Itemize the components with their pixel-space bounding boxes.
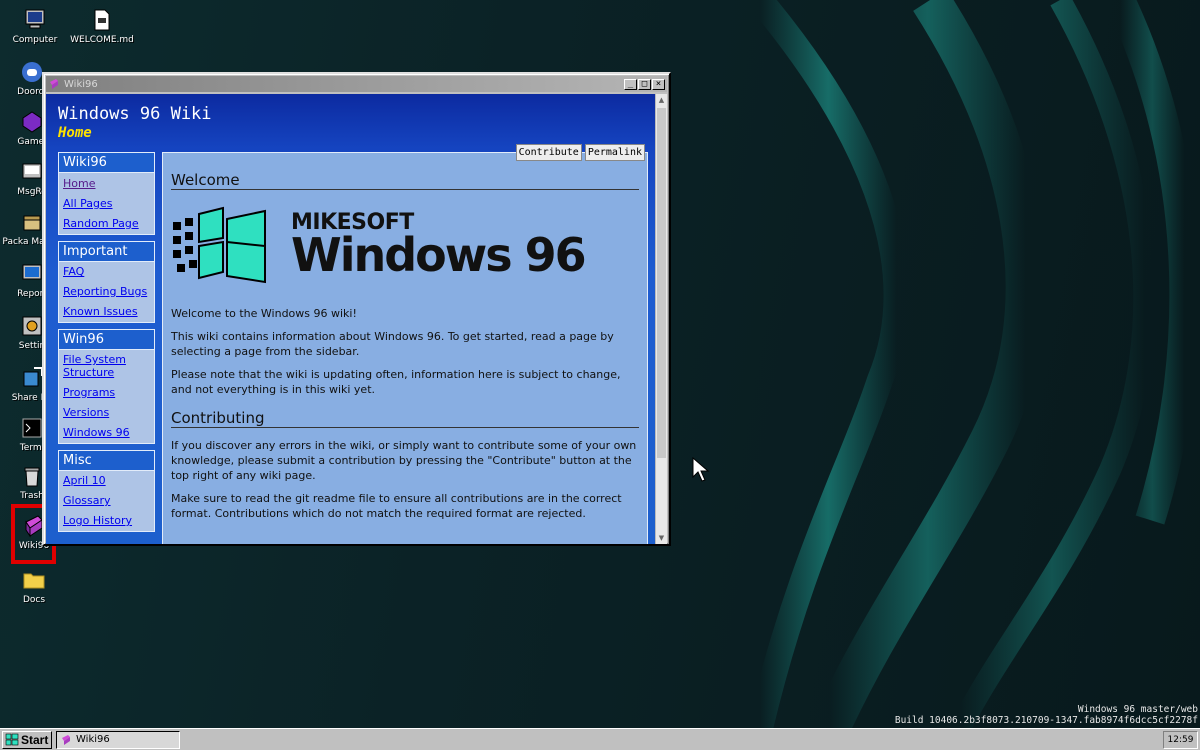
minimize-button[interactable]: _ bbox=[624, 78, 637, 90]
settings-icon bbox=[22, 316, 42, 336]
sidebar-link-file-system-structure[interactable]: File System Structure bbox=[59, 350, 154, 383]
contributing-paragraph: If you discover any errors in the wiki, … bbox=[171, 439, 637, 482]
sidebar-link-versions[interactable]: Versions bbox=[59, 403, 154, 423]
vertical-scrollbar[interactable]: ▲ ▼ bbox=[655, 94, 667, 544]
windows-flag-icon bbox=[173, 206, 266, 284]
terminal-icon bbox=[22, 418, 42, 438]
permalink-button[interactable]: Permalink bbox=[584, 144, 645, 161]
intro-paragraph: This wiki contains information about Win… bbox=[171, 330, 614, 358]
windows96-logo: MIKESOFT Windows 96 bbox=[171, 200, 639, 290]
messenger-icon bbox=[22, 163, 42, 179]
discord-icon bbox=[22, 62, 42, 82]
sidebar-section-win96: Win96 File System Structure Programs Ver… bbox=[58, 329, 155, 444]
taskbar-item-label: Wiki96 bbox=[76, 734, 110, 745]
taskbar: Start Wiki96 12:59 bbox=[0, 728, 1200, 750]
package-icon bbox=[23, 215, 41, 231]
build-line-2: Build 10406.2b3f8073.210709-1347.fab8974… bbox=[894, 715, 1198, 726]
sidebar-link-known-issues[interactable]: Known Issues bbox=[59, 302, 154, 322]
readme-paragraph: Make sure to read the git readme file to… bbox=[171, 492, 622, 520]
sidebar-link-home[interactable]: Home bbox=[59, 173, 154, 194]
close-button[interactable]: × bbox=[652, 78, 665, 90]
start-label: Start bbox=[21, 732, 49, 747]
contribute-button[interactable]: Contribute bbox=[515, 144, 582, 161]
window-title: Wiki96 bbox=[64, 78, 98, 90]
sidebar-heading: Important bbox=[59, 242, 154, 262]
windows-logo-icon bbox=[5, 733, 19, 746]
wiki-page: Windows 96 Wiki Home Wiki96 Home All Pag… bbox=[46, 94, 667, 544]
sidebar-link-faq[interactable]: FAQ bbox=[59, 262, 154, 282]
sidebar-link-logo-history[interactable]: Logo History bbox=[59, 511, 154, 531]
window-titlebar[interactable]: Wiki96 _ □ × bbox=[46, 76, 667, 92]
scrollbar-thumb[interactable] bbox=[657, 108, 666, 458]
system-clock[interactable]: 12:59 bbox=[1163, 730, 1198, 749]
logo-windows96: Windows 96 bbox=[291, 228, 587, 282]
build-info: Windows 96 master/web Build 10406.2b3f80… bbox=[895, 704, 1198, 726]
wiki-title: Windows 96 Wiki bbox=[58, 104, 212, 124]
sidebar-link-reporting-bugs[interactable]: Reporting Bugs bbox=[59, 282, 154, 302]
desktop-icon-docs[interactable]: Docs bbox=[0, 568, 69, 605]
taskbar-item-wiki96[interactable]: Wiki96 bbox=[56, 730, 180, 749]
share-icon bbox=[23, 367, 43, 387]
sidebar-link-april-10[interactable]: April 10 bbox=[59, 471, 154, 491]
maximize-button[interactable]: □ bbox=[638, 78, 651, 90]
welcome-heading: Welcome bbox=[171, 173, 639, 190]
sidebar-section-important: Important FAQ Reporting Bugs Known Issue… bbox=[58, 241, 155, 323]
desktop-icon-welcome-md[interactable]: WELCOME.md bbox=[67, 8, 137, 45]
notice-paragraph: Please note that the wiki is updating of… bbox=[171, 368, 621, 396]
desktop-icon-label: Computer bbox=[12, 35, 58, 45]
page-actions: Contribute Permalink bbox=[513, 144, 645, 161]
desktop-icon-label: Termi bbox=[19, 443, 45, 453]
sidebar-section-wiki96: Wiki96 Home All Pages Random Page bbox=[58, 152, 155, 235]
wiki-book-icon bbox=[62, 734, 70, 745]
desktop-icon-label: Trash bbox=[20, 491, 44, 501]
wiki-book-icon bbox=[50, 79, 58, 89]
sidebar-link-all-pages[interactable]: All Pages bbox=[59, 194, 154, 214]
contributing-heading: Contributing bbox=[171, 411, 639, 428]
wiki-subtitle: Home bbox=[58, 125, 92, 141]
folder-icon bbox=[23, 573, 45, 589]
start-button[interactable]: Start bbox=[2, 730, 52, 749]
wiki-sidebar: Wiki96 Home All Pages Random Page Import… bbox=[58, 152, 155, 538]
desktop-icon-label: WELCOME.md bbox=[70, 35, 134, 45]
logo-wordmark: MIKESOFT Windows 96 bbox=[291, 212, 587, 282]
computer-icon bbox=[25, 9, 45, 29]
build-line-1: Windows 96 master/web bbox=[1077, 704, 1198, 715]
game-icon bbox=[22, 111, 42, 133]
sidebar-heading: Wiki96 bbox=[59, 153, 154, 173]
sidebar-link-random-page[interactable]: Random Page bbox=[59, 214, 154, 234]
sidebar-heading: Win96 bbox=[59, 330, 154, 350]
sidebar-link-glossary[interactable]: Glossary bbox=[59, 491, 154, 511]
mouse-cursor-icon bbox=[692, 457, 710, 482]
scroll-up-icon[interactable]: ▲ bbox=[656, 94, 667, 106]
desktop-icon-label: Docs bbox=[22, 595, 46, 605]
wiki-content: Contribute Permalink Welcome MIKESOFT Wi… bbox=[162, 144, 648, 544]
sidebar-heading: Misc bbox=[59, 451, 154, 471]
desktop-icon-computer[interactable]: Computer bbox=[0, 8, 70, 45]
sidebar-link-programs[interactable]: Programs bbox=[59, 383, 154, 403]
wiki96-window[interactable]: Wiki96 _ □ × Windows 96 Wiki Home Wiki96… bbox=[42, 72, 671, 546]
welcome-paragraph: Welcome to the Windows 96 wiki! bbox=[171, 307, 357, 320]
report-icon bbox=[22, 264, 42, 280]
document-icon bbox=[94, 9, 110, 31]
sidebar-link-windows-96[interactable]: Windows 96 bbox=[59, 423, 154, 443]
sidebar-section-misc: Misc April 10 Glossary Logo History bbox=[58, 450, 155, 532]
trash-icon bbox=[24, 467, 40, 487]
scroll-down-icon[interactable]: ▼ bbox=[656, 532, 667, 544]
